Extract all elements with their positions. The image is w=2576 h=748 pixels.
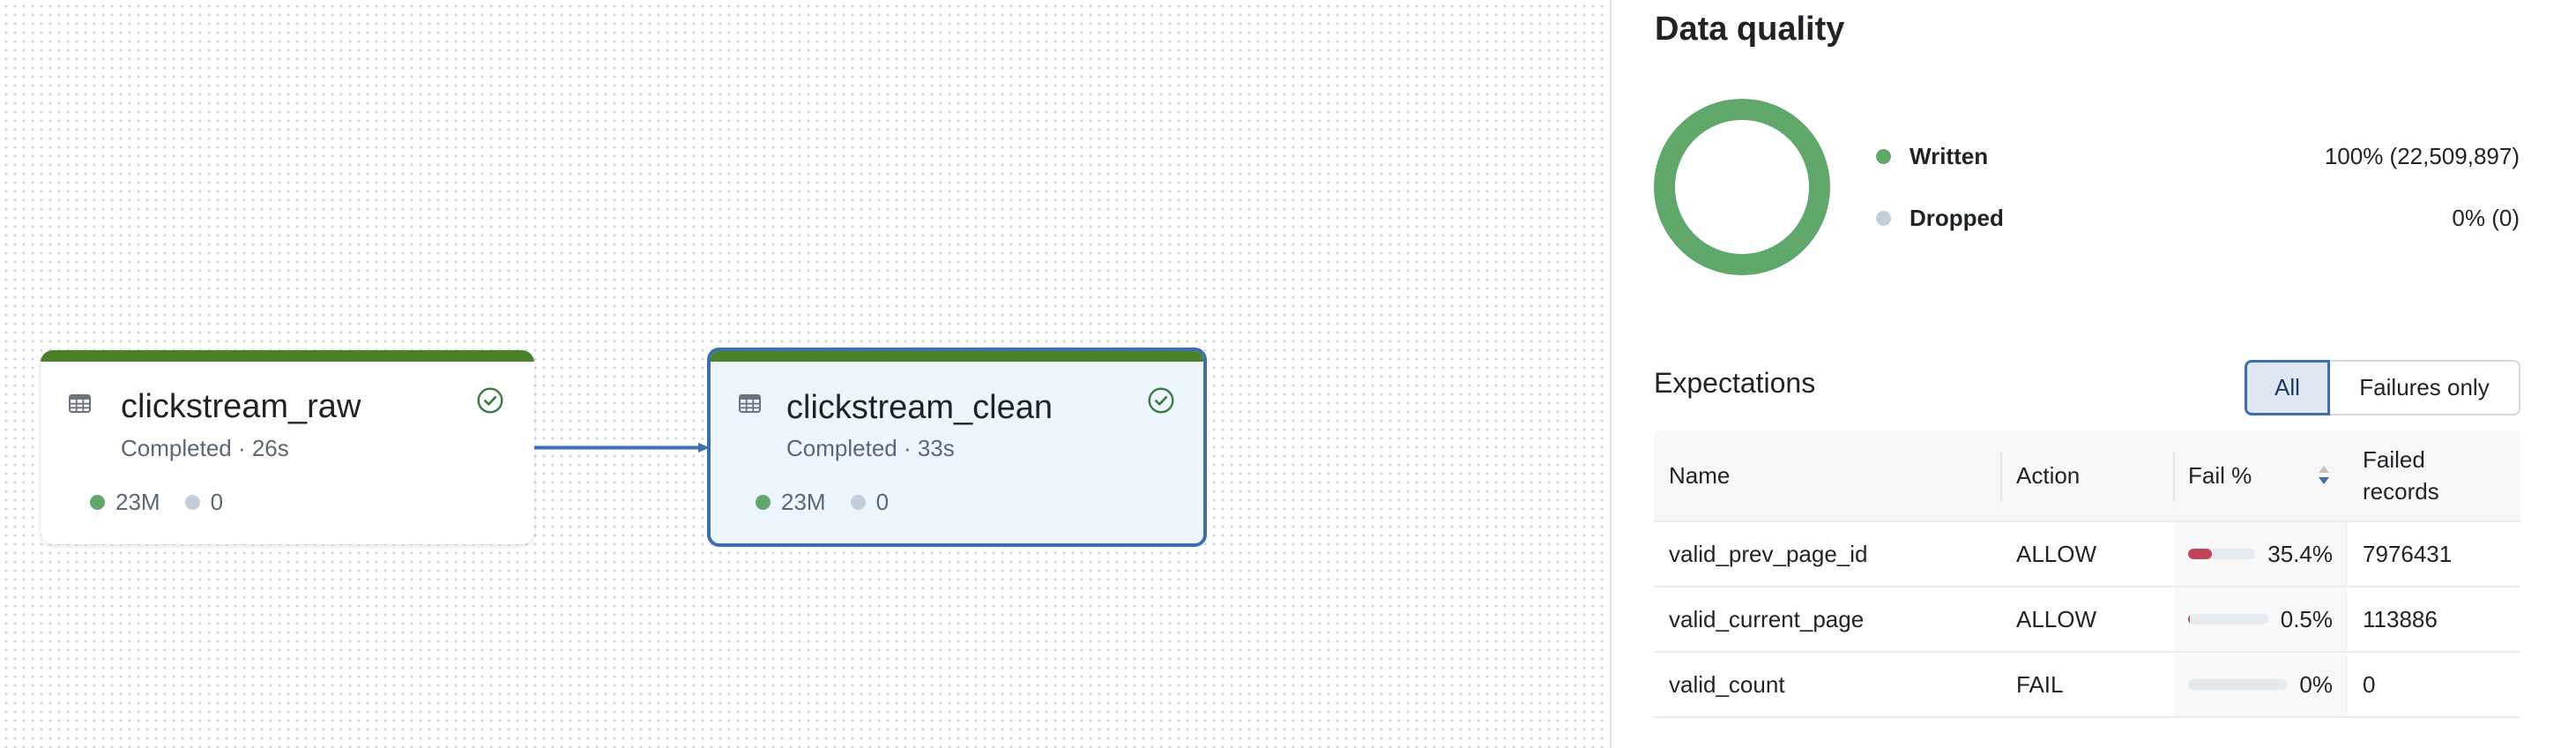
fail-pct-cell: 0.5% bbox=[2188, 587, 2333, 651]
table-icon bbox=[739, 394, 761, 413]
fail-pct-value: 35.4% bbox=[2267, 540, 2333, 567]
expectation-action: ALLOW bbox=[2016, 605, 2097, 632]
column-header-name[interactable]: Name bbox=[1669, 430, 1730, 520]
expectations-heading: Expectations bbox=[1654, 367, 1816, 399]
legend-label: Written bbox=[1910, 142, 1989, 169]
edge-arrow-raw-to-clean bbox=[534, 443, 710, 453]
legend-label: Dropped bbox=[1910, 204, 2004, 231]
node-status-bar bbox=[41, 350, 534, 362]
failed-records-value: 7976431 bbox=[2363, 540, 2453, 567]
dropped-metric: 0 bbox=[850, 489, 890, 515]
dropped-legend-dot-icon bbox=[1876, 210, 1891, 226]
expectation-action: FAIL bbox=[2016, 670, 2064, 698]
written-dot-icon bbox=[90, 494, 105, 510]
written-legend-dot-icon bbox=[1876, 148, 1891, 164]
data-quality-donut-chart bbox=[1654, 99, 1830, 275]
expectation-name: valid_count bbox=[1669, 670, 1785, 698]
fail-pct-value: 0% bbox=[2299, 670, 2333, 698]
fail-pct-cell: 0% bbox=[2188, 653, 2333, 716]
written-dot-icon bbox=[756, 494, 771, 510]
dropped-dot-icon bbox=[850, 494, 866, 510]
node-title: clickstream_clean bbox=[786, 389, 1053, 426]
expectation-action: ALLOW bbox=[2016, 540, 2097, 567]
table-header: Name Action Fail % Failed records bbox=[1654, 430, 2520, 522]
table-row[interactable]: valid_count FAIL 0% 0 bbox=[1654, 653, 2520, 718]
failed-records-value: 113886 bbox=[2363, 605, 2438, 632]
fail-pct-cell: 35.4% bbox=[2188, 522, 2333, 586]
dropped-metric: 0 bbox=[184, 489, 224, 515]
column-resize-handle[interactable] bbox=[2173, 452, 2175, 502]
fail-pct-bar bbox=[2188, 679, 2288, 690]
dropped-dot-icon bbox=[184, 494, 200, 510]
column-header-fail-pct[interactable]: Fail % bbox=[2188, 430, 2252, 520]
filter-failures-only-button[interactable]: Failures only bbox=[2330, 360, 2520, 415]
legend-value: 0% (0) bbox=[2452, 204, 2520, 231]
expectations-filter-toggle: All Failures only bbox=[2245, 360, 2520, 415]
pipeline-graph-canvas[interactable]: clickstream_raw Completed · 26s 23M 0 cl… bbox=[0, 0, 1610, 748]
written-count: 23M bbox=[115, 489, 160, 515]
filter-all-button[interactable]: All bbox=[2245, 360, 2330, 415]
node-metrics: 23M 0 bbox=[756, 490, 913, 513]
table-row[interactable]: valid_prev_page_id ALLOW 35.4% 7976431 bbox=[1654, 522, 2520, 587]
table-row[interactable]: valid_current_page ALLOW 0.5% 113886 bbox=[1654, 587, 2520, 653]
node-title: clickstream_raw bbox=[121, 388, 361, 425]
table-icon bbox=[69, 394, 91, 413]
written-metric: 23M bbox=[90, 490, 160, 513]
data-quality-heading: Data quality bbox=[1655, 11, 1845, 48]
sort-descending-icon[interactable] bbox=[2317, 462, 2331, 489]
node-metrics: 23M 0 bbox=[90, 490, 248, 513]
failed-records-value: 0 bbox=[2363, 670, 2376, 698]
check-circle-icon bbox=[1148, 387, 1174, 414]
expectation-name: valid_prev_page_id bbox=[1669, 540, 1868, 567]
fail-pct-value: 0.5% bbox=[2280, 605, 2333, 632]
column-header-failed-records[interactable]: Failed records bbox=[2363, 430, 2495, 520]
fail-pct-bar-fill bbox=[2188, 549, 2212, 559]
node-status-bar bbox=[711, 351, 1203, 362]
legend-value: 100% (22,509,897) bbox=[2324, 142, 2520, 169]
pipeline-node-clickstream-raw[interactable]: clickstream_raw Completed · 26s 23M 0 bbox=[41, 350, 534, 544]
written-count: 23M bbox=[781, 489, 826, 515]
column-resize-handle[interactable] bbox=[2000, 452, 2002, 502]
details-panel: Data quality Written 100% (22,509,897) D… bbox=[1612, 0, 2576, 748]
donut-slice-written bbox=[1654, 99, 1830, 275]
fail-pct-bar-fill bbox=[2188, 614, 2191, 625]
pipeline-node-clickstream-clean[interactable]: clickstream_clean Completed · 33s 23M 0 bbox=[707, 348, 1207, 547]
node-status: Completed · 33s bbox=[786, 435, 955, 461]
fail-pct-bar bbox=[2188, 549, 2256, 559]
legend-row-dropped: Dropped 0% (0) bbox=[1876, 205, 2520, 231]
legend-row-written: Written 100% (22,509,897) bbox=[1876, 143, 2520, 169]
dropped-count: 0 bbox=[875, 489, 890, 515]
table-body: valid_prev_page_id ALLOW 35.4% 7976431 v… bbox=[1654, 522, 2520, 718]
dropped-count: 0 bbox=[210, 489, 224, 515]
expectation-name: valid_current_page bbox=[1669, 605, 1865, 632]
check-circle-icon bbox=[477, 387, 503, 414]
written-metric: 23M bbox=[756, 490, 826, 513]
fail-pct-bar bbox=[2188, 614, 2268, 625]
node-status: Completed · 26s bbox=[121, 435, 289, 461]
expectations-table: Name Action Fail % Failed records valid_… bbox=[1654, 430, 2520, 718]
column-header-action[interactable]: Action bbox=[2016, 430, 2080, 520]
